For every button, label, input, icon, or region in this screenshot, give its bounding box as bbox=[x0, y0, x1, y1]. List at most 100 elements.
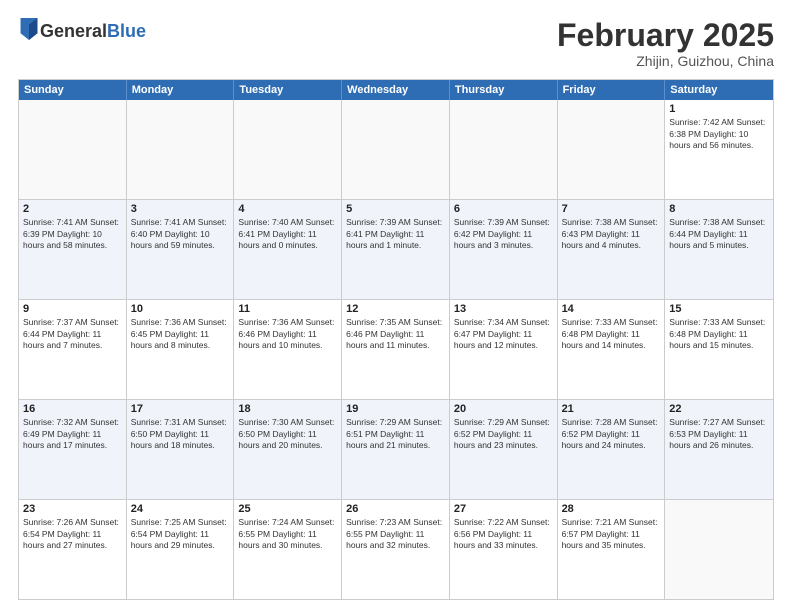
calendar-cell-5: 5Sunrise: 7:39 AM Sunset: 6:41 PM Daylig… bbox=[342, 200, 450, 299]
cell-info: Sunrise: 7:30 AM Sunset: 6:50 PM Dayligh… bbox=[238, 417, 337, 451]
logo-general: General bbox=[40, 21, 107, 41]
calendar-cell-17: 17 Sunrise: 7:31 AM Sunset: 6:50 PM Dayli… bbox=[127, 400, 235, 499]
calendar-cell-16: 16 Sunrise: 7:32 AM Sunset: 6:49 PM Dayli… bbox=[19, 400, 127, 499]
cell-info: Sunrise: 7:38 AM Sunset: 6:44 PM Dayligh… bbox=[669, 217, 769, 251]
cell-date: 20 bbox=[454, 403, 553, 415]
header-day-sunday: Sunday bbox=[19, 80, 127, 100]
calendar-cell-empty-0-4 bbox=[450, 100, 558, 199]
cell-info: Sunrise: 7:33 AM Sunset: 6:48 PM Dayligh… bbox=[562, 317, 661, 351]
calendar-cell-23: 23 Sunrise: 7:26 AM Sunset: 6:54 PM Dayli… bbox=[19, 500, 127, 599]
calendar: SundayMondayTuesdayWednesdayThursdayFrid… bbox=[18, 79, 774, 600]
calendar-location: Zhijin, Guizhou, China bbox=[557, 53, 774, 69]
cell-info: Sunrise: 7:32 AM Sunset: 6:49 PM Dayligh… bbox=[23, 417, 122, 451]
cell-info: Sunrise: 7:33 AM Sunset: 6:48 PM Dayligh… bbox=[669, 317, 769, 351]
calendar-cell-4: 4 Sunrise: 7:40 AM Sunset: 6:41 PM Daylig… bbox=[234, 200, 342, 299]
calendar-row-3: 16 Sunrise: 7:32 AM Sunset: 6:49 PM Dayli… bbox=[19, 399, 773, 499]
cell-date: 12 bbox=[346, 303, 445, 315]
cell-date: 8 bbox=[669, 203, 769, 215]
cell-info: Sunrise: 7:21 AM Sunset: 6:57 PM Dayligh… bbox=[562, 517, 661, 551]
cell-info: Sunrise: 7:40 AM Sunset: 6:41 PM Dayligh… bbox=[238, 217, 337, 251]
calendar-cell-28: 28 Sunrise: 7:21 AM Sunset: 6:57 PM Dayli… bbox=[558, 500, 666, 599]
cell-info: Sunrise: 7:36 AM Sunset: 6:45 PM Dayligh… bbox=[131, 317, 230, 351]
calendar-cell-8: 8 Sunrise: 7:38 AM Sunset: 6:44 PM Daylig… bbox=[665, 200, 773, 299]
cell-info: Sunrise: 7:34 AM Sunset: 6:47 PM Dayligh… bbox=[454, 317, 553, 351]
calendar-cell-9: 9 Sunrise: 7:37 AM Sunset: 6:44 PM Daylig… bbox=[19, 300, 127, 399]
calendar-row-4: 23 Sunrise: 7:26 AM Sunset: 6:54 PM Dayli… bbox=[19, 499, 773, 599]
cell-date: 17 bbox=[131, 403, 230, 415]
calendar-title: February 2025 bbox=[557, 18, 774, 53]
calendar-cell-empty-0-5 bbox=[558, 100, 666, 199]
cell-date: 16 bbox=[23, 403, 122, 415]
cell-date: 28 bbox=[562, 503, 661, 515]
logo: GeneralBlue bbox=[18, 18, 146, 45]
cell-info: Sunrise: 7:38 AM Sunset: 6:43 PM Dayligh… bbox=[562, 217, 661, 251]
calendar-cell-15: 15 Sunrise: 7:33 AM Sunset: 6:48 PM Dayli… bbox=[665, 300, 773, 399]
cell-date: 6 bbox=[454, 203, 553, 215]
calendar-row-1: 2 Sunrise: 7:41 AM Sunset: 6:39 PM Daylig… bbox=[19, 199, 773, 299]
calendar-cell-6: 6 Sunrise: 7:39 AM Sunset: 6:42 PM Daylig… bbox=[450, 200, 558, 299]
cell-info: Sunrise: 7:29 AM Sunset: 6:52 PM Dayligh… bbox=[454, 417, 553, 451]
calendar-cell-19: 19 Sunrise: 7:29 AM Sunset: 6:51 PM Dayli… bbox=[342, 400, 450, 499]
header-day-tuesday: Tuesday bbox=[234, 80, 342, 100]
cell-date: 15 bbox=[669, 303, 769, 315]
calendar-header: SundayMondayTuesdayWednesdayThursdayFrid… bbox=[19, 80, 773, 100]
title-block: February 2025 Zhijin, Guizhou, China bbox=[557, 18, 774, 69]
calendar-cell-3: 3Sunrise: 7:41 AM Sunset: 6:40 PM Daylig… bbox=[127, 200, 235, 299]
page-header: GeneralBlue February 2025 Zhijin, Guizho… bbox=[18, 18, 774, 69]
cell-info: Sunrise: 7:23 AM Sunset: 6:55 PM Dayligh… bbox=[346, 517, 445, 551]
cell-date: 7 bbox=[562, 203, 661, 215]
calendar-cell-18: 18 Sunrise: 7:30 AM Sunset: 6:50 PM Dayli… bbox=[234, 400, 342, 499]
header-day-friday: Friday bbox=[558, 80, 666, 100]
cell-info: Sunrise: 7:27 AM Sunset: 6:53 PM Dayligh… bbox=[669, 417, 769, 451]
calendar-row-2: 9 Sunrise: 7:37 AM Sunset: 6:44 PM Daylig… bbox=[19, 299, 773, 399]
cell-date: 4 bbox=[238, 203, 337, 215]
cell-date: 5 bbox=[346, 203, 445, 215]
cell-info: Sunrise: 7:29 AM Sunset: 6:51 PM Dayligh… bbox=[346, 417, 445, 451]
calendar-row-0: 1Sunrise: 7:42 AM Sunset: 6:38 PM Daylig… bbox=[19, 100, 773, 199]
cell-date: 14 bbox=[562, 303, 661, 315]
cell-date: 18 bbox=[238, 403, 337, 415]
cell-date: 23 bbox=[23, 503, 122, 515]
cell-info: Sunrise: 7:31 AM Sunset: 6:50 PM Dayligh… bbox=[131, 417, 230, 451]
logo-icon bbox=[20, 18, 38, 40]
cell-date: 10 bbox=[131, 303, 230, 315]
cell-info: Sunrise: 7:41 AM Sunset: 6:39 PM Dayligh… bbox=[23, 217, 122, 251]
cell-date: 19 bbox=[346, 403, 445, 415]
calendar-cell-25: 25 Sunrise: 7:24 AM Sunset: 6:55 PM Dayli… bbox=[234, 500, 342, 599]
calendar-cell-12: 12 Sunrise: 7:35 AM Sunset: 6:46 PM Dayli… bbox=[342, 300, 450, 399]
calendar-body: 1Sunrise: 7:42 AM Sunset: 6:38 PM Daylig… bbox=[19, 100, 773, 599]
calendar-cell-24: 24Sunrise: 7:25 AM Sunset: 6:54 PM Dayli… bbox=[127, 500, 235, 599]
cell-info: Sunrise: 7:24 AM Sunset: 6:55 PM Dayligh… bbox=[238, 517, 337, 551]
header-day-wednesday: Wednesday bbox=[342, 80, 450, 100]
cell-date: 13 bbox=[454, 303, 553, 315]
cell-date: 27 bbox=[454, 503, 553, 515]
cell-info: Sunrise: 7:39 AM Sunset: 6:42 PM Dayligh… bbox=[454, 217, 553, 251]
header-day-saturday: Saturday bbox=[665, 80, 773, 100]
calendar-cell-10: 10 Sunrise: 7:36 AM Sunset: 6:45 PM Dayli… bbox=[127, 300, 235, 399]
header-day-thursday: Thursday bbox=[450, 80, 558, 100]
calendar-cell-7: 7 Sunrise: 7:38 AM Sunset: 6:43 PM Daylig… bbox=[558, 200, 666, 299]
cell-date: 26 bbox=[346, 503, 445, 515]
calendar-cell-2: 2 Sunrise: 7:41 AM Sunset: 6:39 PM Daylig… bbox=[19, 200, 127, 299]
calendar-cell-empty-0-0 bbox=[19, 100, 127, 199]
cell-date: 24 bbox=[131, 503, 230, 515]
calendar-cell-22: 22Sunrise: 7:27 AM Sunset: 6:53 PM Dayli… bbox=[665, 400, 773, 499]
calendar-cell-empty-0-3 bbox=[342, 100, 450, 199]
cell-info: Sunrise: 7:26 AM Sunset: 6:54 PM Dayligh… bbox=[23, 517, 122, 551]
calendar-cell-11: 11Sunrise: 7:36 AM Sunset: 6:46 PM Dayli… bbox=[234, 300, 342, 399]
cell-date: 25 bbox=[238, 503, 337, 515]
logo-blue: Blue bbox=[107, 21, 146, 41]
cell-info: Sunrise: 7:37 AM Sunset: 6:44 PM Dayligh… bbox=[23, 317, 122, 351]
cell-date: 3 bbox=[131, 203, 230, 215]
cell-info: Sunrise: 7:35 AM Sunset: 6:46 PM Dayligh… bbox=[346, 317, 445, 351]
header-day-monday: Monday bbox=[127, 80, 235, 100]
cell-date: 11 bbox=[238, 303, 337, 315]
cell-date: 2 bbox=[23, 203, 122, 215]
calendar-cell-26: 26 Sunrise: 7:23 AM Sunset: 6:55 PM Dayli… bbox=[342, 500, 450, 599]
calendar-cell-14: 14 Sunrise: 7:33 AM Sunset: 6:48 PM Dayli… bbox=[558, 300, 666, 399]
cell-date: 9 bbox=[23, 303, 122, 315]
calendar-cell-empty-0-1 bbox=[127, 100, 235, 199]
calendar-cell-27: 27Sunrise: 7:22 AM Sunset: 6:56 PM Dayli… bbox=[450, 500, 558, 599]
calendar-cell-13: 13 Sunrise: 7:34 AM Sunset: 6:47 PM Dayli… bbox=[450, 300, 558, 399]
cell-date: 21 bbox=[562, 403, 661, 415]
